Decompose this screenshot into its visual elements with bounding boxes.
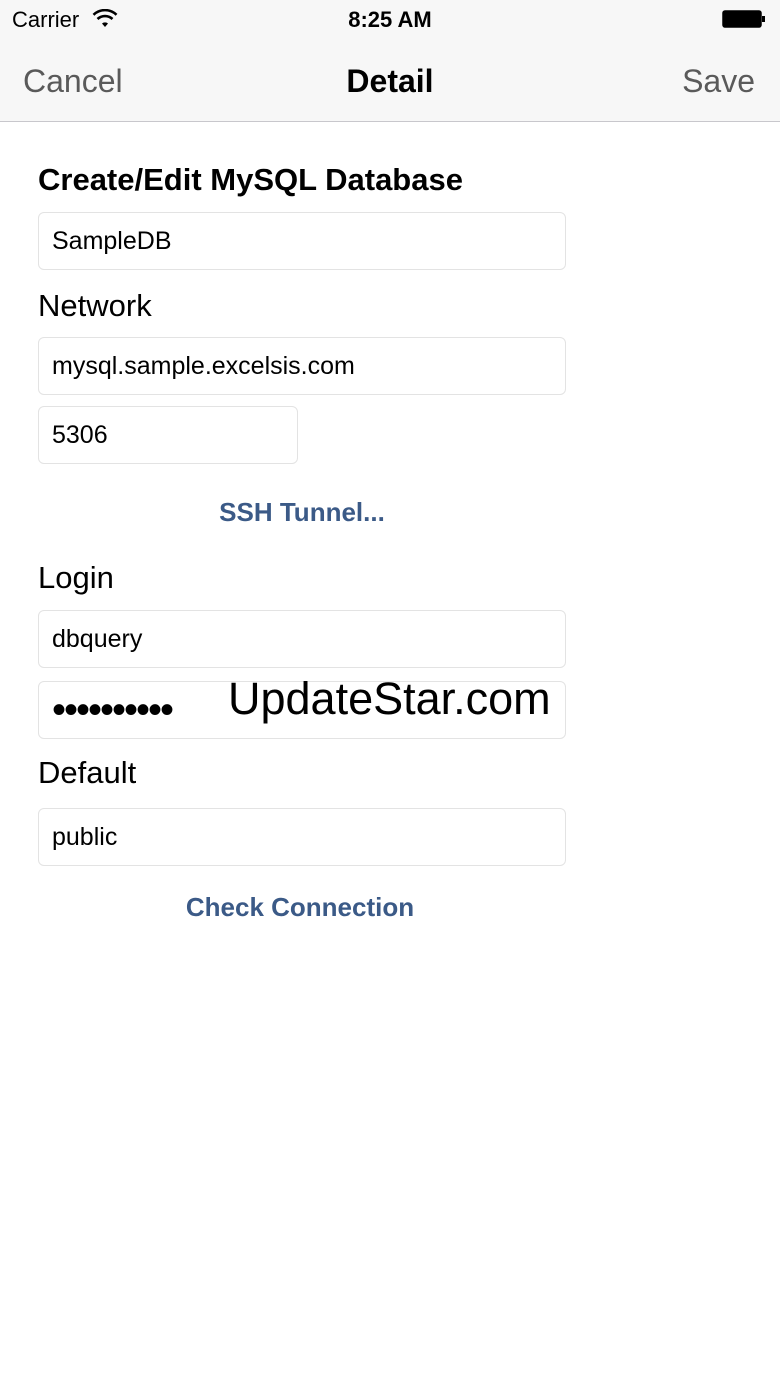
form-heading: Create/Edit MySQL Database: [38, 162, 463, 197]
password-value: ••••••••••: [52, 688, 174, 732]
host-value: mysql.sample.excelsis.com: [52, 352, 355, 380]
database-name-value: SampleDB: [52, 227, 172, 255]
battery-icon: [722, 10, 765, 28]
default-schema-value: public: [52, 823, 118, 851]
status-bar: Carrier 8:25 AM: [0, 0, 780, 40]
database-name-field[interactable]: SampleDB: [38, 212, 566, 270]
watermark: UpdateStar.com: [228, 673, 551, 724]
ssh-tunnel-button[interactable]: SSH Tunnel...: [38, 497, 566, 527]
login-section-label: Login: [38, 560, 114, 595]
default-schema-field[interactable]: public: [38, 808, 566, 866]
port-value: 5306: [52, 421, 108, 449]
username-value: dbquery: [52, 625, 143, 653]
navigation-bar: Cancel Detail Save: [0, 40, 780, 122]
screen: Carrier 8:25 AM Cancel Detail Save Creat…: [0, 0, 780, 1387]
host-field[interactable]: mysql.sample.excelsis.com: [38, 337, 566, 395]
page-title: Detail: [346, 63, 434, 99]
port-field[interactable]: 5306: [38, 406, 298, 464]
username-field[interactable]: dbquery: [38, 610, 566, 668]
save-button[interactable]: Save: [682, 62, 755, 100]
network-section-label: Network: [38, 288, 152, 323]
check-connection-button[interactable]: Check Connection: [38, 892, 562, 922]
default-section-label: Default: [38, 755, 137, 790]
status-time: 8:25 AM: [348, 7, 432, 32]
